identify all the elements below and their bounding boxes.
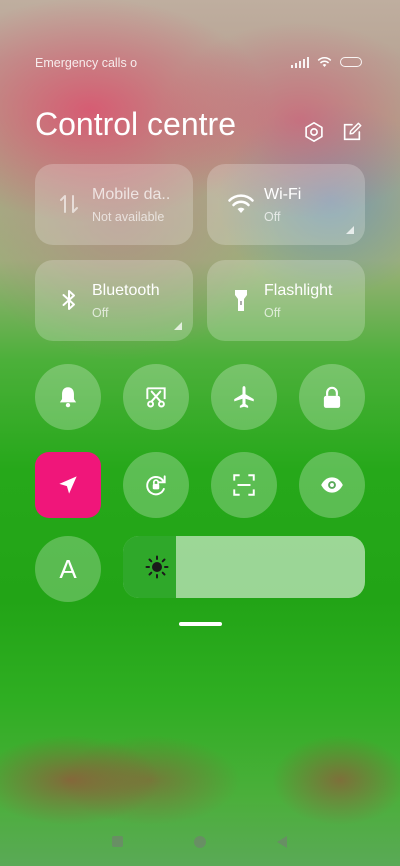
edit-icon[interactable] [341,121,363,143]
gear-icon[interactable] [303,121,325,143]
lock-icon [323,386,341,408]
drag-handle[interactable] [179,622,222,626]
bluetooth-more-indicator [174,322,182,330]
wifi-tile[interactable]: Wi-Fi Off [207,164,365,245]
reading-mode-toggle[interactable] [299,452,365,518]
wifi-icon [317,57,332,67]
signal-icon [290,56,309,68]
status-icons [290,56,362,68]
bell-icon [59,387,77,408]
bluetooth-status: Off [92,306,109,320]
bluetooth-label: Bluetooth [92,282,160,299]
lock-screen-toggle[interactable] [299,364,365,430]
airplane-icon [234,386,254,408]
flashlight-icon [227,286,255,314]
scissors-icon [146,387,166,408]
mobile-data-status: Not available [92,210,165,224]
home-button[interactable] [194,836,206,848]
brightness-slider[interactable] [123,536,365,598]
status-bar: Emergency calls o [35,56,362,72]
location-arrow-icon [59,476,77,494]
page-title: Control centre [35,106,236,142]
battery-icon [340,57,362,67]
auto-brightness-toggle[interactable]: A [35,536,101,602]
eye-icon [321,477,343,493]
flashlight-status: Off [264,306,281,320]
wifi-status: Off [264,210,281,224]
scan-icon [233,474,255,496]
wifi-more-indicator [346,226,354,234]
auto-brightness-label: A [59,553,77,584]
bluetooth-icon [55,286,83,314]
wifi-label: Wi-Fi [264,186,302,203]
rotate-lock-icon [146,475,166,496]
scanner-toggle[interactable] [211,452,277,518]
flashlight-tile[interactable]: Flashlight Off [207,260,365,341]
ringer-toggle[interactable] [35,364,101,430]
carrier-text: Emergency calls o [35,56,138,70]
recents-button[interactable] [112,836,123,847]
airplane-mode-toggle[interactable] [211,364,277,430]
wifi-icon [227,190,255,218]
flashlight-label: Flashlight [264,282,333,299]
sun-icon [145,555,169,579]
back-button[interactable] [277,836,287,848]
mobile-data-tile[interactable]: Mobile da.. Not available [35,164,193,245]
location-toggle[interactable] [35,452,101,518]
auto-rotate-toggle[interactable] [123,452,189,518]
bluetooth-tile[interactable]: Bluetooth Off [35,260,193,341]
mobile-data-icon [55,190,83,218]
screenshot-toggle[interactable] [123,364,189,430]
mobile-data-label: Mobile da.. [92,186,171,203]
